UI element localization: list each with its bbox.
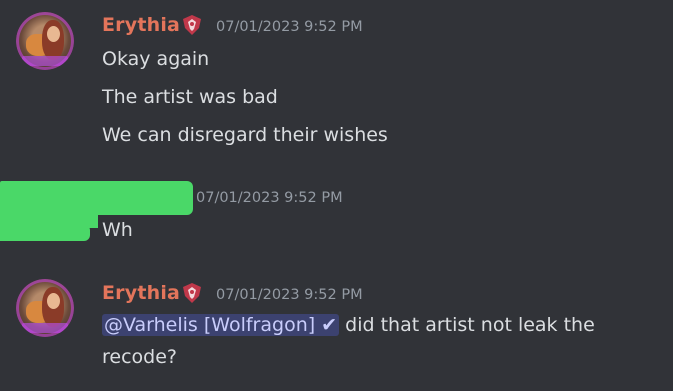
timestamp[interactable]: 07/01/2023 9:52 PM: [196, 190, 343, 206]
username[interactable]: Erythia: [102, 14, 180, 36]
redaction-block: [0, 181, 193, 215]
message-text: @Varhelis [Wolfragon] ✔ did that artist …: [102, 314, 595, 336]
username[interactable]: Erythia: [102, 282, 180, 304]
redaction-block: [0, 226, 90, 241]
message-text: The artist was bad: [102, 86, 278, 108]
avatar[interactable]: [16, 279, 74, 337]
avatar[interactable]: [16, 12, 74, 70]
message-text: Okay again: [102, 48, 210, 70]
message-text: recode?: [102, 346, 177, 368]
crest-icon[interactable]: [181, 14, 203, 36]
crest-icon[interactable]: [181, 282, 203, 304]
timestamp[interactable]: 07/01/2023 9:52 PM: [216, 287, 363, 303]
message-text: We can disregard their wishes: [102, 124, 388, 146]
message-text-after-mention: did that artist not leak the: [339, 314, 595, 336]
message-text: Wh: [102, 219, 133, 241]
user-mention[interactable]: @Varhelis [Wolfragon] ✔: [102, 314, 340, 336]
timestamp[interactable]: 07/01/2023 9:52 PM: [216, 19, 363, 35]
